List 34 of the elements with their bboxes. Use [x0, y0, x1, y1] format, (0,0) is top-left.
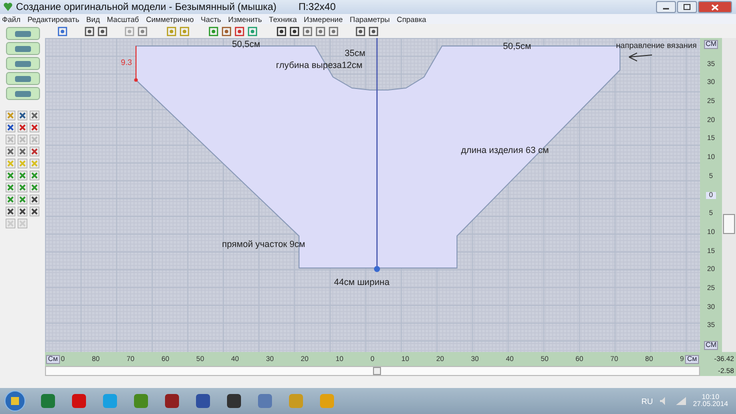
dimension-label: направление вязания — [616, 41, 697, 50]
bar-icon — [14, 30, 32, 38]
dimension-label: длина изделия 63 см — [461, 145, 549, 155]
close-icon — [711, 4, 719, 10]
window-title: Создание оригинальной модели - Безымянный (мышка) — [16, 2, 276, 12]
dimension-label: 35см — [344, 48, 366, 58]
scroll-thumb[interactable] — [723, 214, 735, 234]
heart-icon — [3, 2, 13, 12]
dimension-label: 50,5см — [503, 41, 532, 51]
maximize-icon — [683, 4, 691, 10]
bar-icon — [14, 90, 32, 98]
pointer-icon[interactable] — [57, 26, 68, 36]
grid-size: П:32х40 — [298, 2, 336, 12]
marker-value: 9.3 — [120, 58, 132, 67]
dimension-label: глубина выреза12см — [276, 60, 362, 70]
pattern-canvas[interactable]: 9.3 50,5см 35см 50,5см глубина выреза12см направление вязания длина изделия 63 см прямой участок 9см 44см ширина — [45, 38, 700, 352]
bar-icon — [14, 74, 32, 82]
close-button[interactable] — [698, 1, 732, 13]
dimension-label: прямой участок 9см — [222, 239, 306, 249]
signal-icon[interactable] — [674, 396, 687, 406]
direction-arrow — [628, 52, 652, 62]
scroll-thumb[interactable] — [373, 367, 381, 375]
start-button[interactable] — [4, 390, 26, 412]
bar-icon[interactable] — [179, 26, 190, 36]
dimension-label: 44см ширина — [334, 277, 390, 287]
height-marker[interactable] — [134, 46, 138, 82]
maximize-button[interactable] — [677, 1, 697, 13]
center-handle[interactable] — [374, 266, 380, 272]
vertical-scrollbar[interactable] — [722, 38, 736, 352]
horizontal-scrollbar[interactable] — [45, 366, 700, 376]
minimize-button[interactable] — [656, 1, 676, 13]
bar-icon — [14, 44, 32, 52]
dimension-label: 50,5см — [232, 39, 260, 49]
bar-icon — [14, 60, 32, 68]
